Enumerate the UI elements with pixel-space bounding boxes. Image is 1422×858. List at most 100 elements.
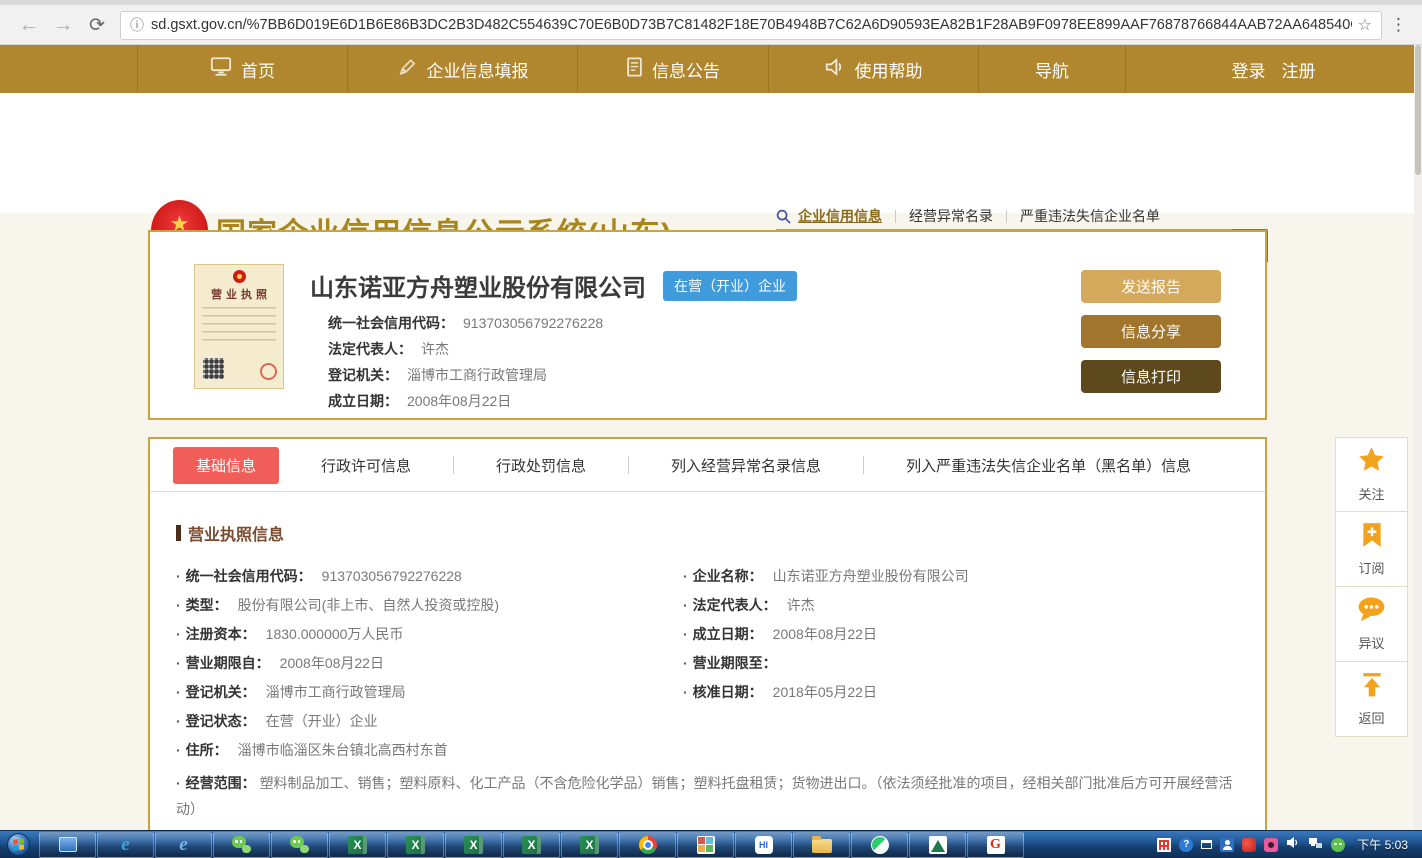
license-text-lines: [202, 307, 276, 345]
nav-item-home[interactable]: 首页: [137, 45, 347, 93]
wechat-tray-icon[interactable]: [1331, 838, 1345, 852]
field-value: 913703056792276228: [463, 315, 603, 331]
nav-filing-label: 企业信息填报: [427, 57, 529, 82]
taskbar-browser2-button[interactable]: e: [155, 832, 212, 858]
field-label: 统一社会信用代码：: [186, 566, 312, 586]
baidu-hi-icon: HI: [755, 836, 773, 854]
browser-icon: e: [179, 835, 187, 854]
scrollbar-thumb[interactable]: [1415, 45, 1421, 175]
excel-icon: X: [580, 836, 599, 854]
info-print-button[interactable]: 信息打印: [1081, 360, 1221, 393]
follow-button[interactable]: 关注: [1335, 437, 1408, 512]
register-link[interactable]: 注册: [1282, 57, 1316, 82]
tab-admin-license[interactable]: 行政许可信息: [279, 455, 453, 476]
taskbar-baidu-hi-button[interactable]: HI: [735, 832, 792, 858]
tab-basic-info[interactable]: 基础信息: [173, 447, 279, 484]
company-field-established: 成立日期： 2008年08月22日: [328, 388, 603, 414]
page-info-icon[interactable]: ⓘ: [130, 15, 144, 35]
refresh-icon[interactable]: ⟳: [80, 14, 114, 37]
detail-tabs-card: 基础信息 行政许可信息 行政处罚信息 列入经营异常名录信息 列入严重违法失信企业…: [148, 437, 1267, 835]
taskbar-excel-button-2[interactable]: X: [387, 832, 444, 858]
field-value: 2008年08月22日: [773, 624, 877, 644]
taskbar-excel-button-5[interactable]: X: [561, 832, 618, 858]
field-label: 统一社会信用代码：: [328, 313, 454, 333]
taskbar-desktop-window-button[interactable]: [39, 832, 96, 858]
field-value: 淄博市临淄区朱台镇北高西村东首: [238, 740, 448, 760]
company-field-legal-rep: 法定代表人： 许杰: [328, 336, 603, 362]
forward-icon[interactable]: →: [46, 13, 80, 37]
tab-blacklist[interactable]: 列入严重违法失信企业名单（黑名单）信息: [864, 455, 1233, 476]
back-to-top-button[interactable]: 返回: [1335, 662, 1408, 737]
detail-tab-row: 基础信息 行政许可信息 行政处罚信息 列入经营异常名录信息 列入严重违法失信企业…: [150, 439, 1265, 492]
pink-tray-icon[interactable]: [1264, 838, 1278, 852]
network-tray-icon[interactable]: [1308, 836, 1323, 854]
taskbar-chrome-button[interactable]: [619, 832, 676, 858]
license-caption: 营业执照: [195, 286, 283, 302]
search-tab-credit-info[interactable]: 企业信用信息: [798, 206, 895, 226]
taskbar-internet-explorer-button[interactable]: e: [97, 832, 154, 858]
info-share-button[interactable]: 信息分享: [1081, 315, 1221, 348]
internet-explorer-icon: e: [121, 835, 129, 854]
taskbar-red-g-app-button[interactable]: G: [967, 832, 1024, 858]
bookmark-star-icon[interactable]: ☆: [1358, 15, 1372, 35]
nav-item-help[interactable]: 使用帮助: [768, 45, 978, 93]
business-license-image: 营业执照: [194, 264, 284, 389]
dispute-button[interactable]: 异议: [1335, 587, 1408, 662]
speaker-tray-icon[interactable]: [1286, 836, 1300, 854]
popup-window-tray-icon[interactable]: [1201, 840, 1212, 849]
browser-menu-icon[interactable]: ⋮: [1390, 15, 1407, 35]
start-button[interactable]: [7, 833, 30, 856]
section-title-license-info: 营业执照信息: [176, 521, 1239, 545]
nav-item-announcements[interactable]: 信息公告: [577, 45, 768, 93]
red-g-app-icon: G: [987, 836, 1005, 854]
scrollbar[interactable]: [1414, 45, 1422, 830]
back-icon[interactable]: ←: [12, 13, 46, 37]
field-label: 登记状态：: [186, 711, 256, 731]
floating-side-widget: 关注 订阅 异议 返回: [1335, 437, 1408, 737]
browser-chrome: ← → ⟳ ⓘ sd.gsxt.gov.cn/%7BB6D019E6D1B6E8…: [0, 0, 1422, 45]
table-row: 住所： 淄博市临淄区朱台镇北高西村东首: [176, 735, 1239, 764]
tab-admin-penalty[interactable]: 行政处罚信息: [454, 455, 628, 476]
green-circle-app-icon: [871, 836, 889, 854]
login-link[interactable]: 登录: [1232, 57, 1266, 82]
taskbar-clock[interactable]: 下午 5:03: [1357, 836, 1408, 853]
taskbar-excel-button-1[interactable]: X: [329, 832, 386, 858]
dispute-label: 异议: [1358, 633, 1384, 652]
help-tray-icon[interactable]: ?: [1179, 838, 1193, 852]
field-value: 许杰: [787, 595, 815, 615]
taskbar-wechat-button-1[interactable]: [213, 832, 270, 858]
nav-notice-label: 信息公告: [652, 57, 720, 82]
bookmark-plus-icon: [1360, 522, 1384, 553]
nav-item-enterprise-filing[interactable]: 企业信息填报: [347, 45, 577, 93]
address-bar[interactable]: ⓘ sd.gsxt.gov.cn/%7BB6D019E6D1B6E86B3DC2…: [120, 11, 1382, 40]
nav-home-label: 首页: [241, 57, 275, 82]
taskbar-green-circle-app-button[interactable]: [851, 832, 908, 858]
system-tray: ? 下午 5:03: [1157, 836, 1422, 854]
field-label: 法定代表人：: [328, 339, 412, 359]
subscribe-button[interactable]: 订阅: [1335, 512, 1408, 587]
search-tab-abnormal-list[interactable]: 经营异常名录: [896, 206, 1006, 226]
tab-abnormal-list[interactable]: 列入经营异常名录信息: [629, 455, 863, 476]
field-label: 经营范围：: [186, 775, 256, 791]
taskbar-pyramid-app-button[interactable]: [909, 832, 966, 858]
send-report-button[interactable]: 发送报告: [1081, 270, 1221, 303]
search-tab-illegal-list[interactable]: 严重违法失信企业名单: [1007, 206, 1173, 226]
company-field-registry: 登记机关： 淄博市工商行政管理局: [328, 362, 603, 388]
field-label: 住所：: [186, 740, 228, 760]
nav-item-navigate[interactable]: 导航: [978, 45, 1125, 93]
taskbar-excel-button-3[interactable]: X: [445, 832, 502, 858]
taskbar-explorer-button[interactable]: [793, 832, 850, 858]
id-person-tray-icon[interactable]: [1220, 838, 1234, 852]
follow-label: 关注: [1358, 484, 1384, 503]
company-summary-card: 营业执照 山东诺亚方舟塑业股份有限公司 在营（开业）企业 统一社会信用代码： 9…: [148, 230, 1267, 420]
taskbar-wechat-button-2[interactable]: [271, 832, 328, 858]
section-title-text: 营业执照信息: [188, 521, 284, 545]
field-value: 在营（开业）企业: [266, 711, 378, 731]
red-character-tray-icon[interactable]: [1157, 838, 1171, 852]
taskbar-photos-button[interactable]: [677, 832, 734, 858]
red-tray-icon[interactable]: [1242, 838, 1256, 852]
taskbar-excel-button-4[interactable]: X: [503, 832, 560, 858]
url-text[interactable]: sd.gsxt.gov.cn/%7BB6D019E6D1B6E86B3DC2B3…: [151, 17, 1352, 33]
document-icon: [626, 57, 643, 82]
excel-icon: X: [464, 836, 483, 854]
